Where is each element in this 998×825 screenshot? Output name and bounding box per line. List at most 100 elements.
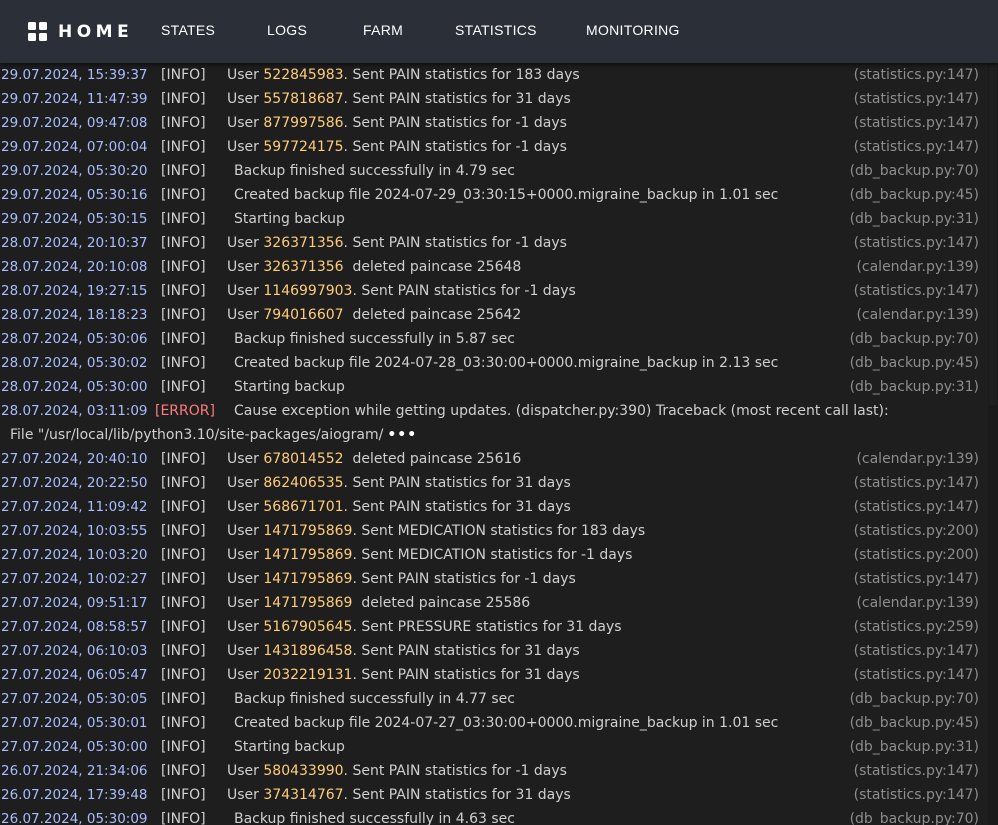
log-row: 27.07.2024, 10:03:55 [INFO] User 147179586… [0, 519, 988, 543]
log-user-prefix: User [227, 595, 264, 611]
log-user-id: 374314767 [263, 787, 344, 803]
log-source: (db_backup.py:31) [849, 379, 979, 395]
log-row: 29.07.2024, 07:00:04 [INFO] User 597724175… [0, 135, 988, 159]
log-row: 28.07.2024, 05:30:02 [INFO] Created backup… [0, 351, 988, 375]
log-source: (db_backup.py:70) [849, 331, 979, 347]
nav-item-farm[interactable]: FARM [363, 22, 403, 38]
log-source: (statistics.py:200) [853, 523, 979, 539]
log-timestamp: 28.07.2024, 18:18:23 [1, 307, 148, 323]
log-message: User 568671701. Sent PAIN statistics for… [227, 495, 571, 519]
log-level: [INFO] [161, 283, 206, 299]
log-message: User 374314767. Sent PAIN statistics for… [227, 783, 571, 807]
log-message-text: deleted paincase 25642 [343, 307, 522, 323]
log-row: 27.07.2024, 20:40:10 [INFO] User 678014552… [0, 447, 988, 471]
log-user-prefix: User [227, 259, 264, 275]
grid-icon [28, 22, 47, 41]
log-source: (calendar.py:139) [856, 259, 979, 275]
log-message: User 1471795869. Sent PAIN statistics fo… [227, 567, 576, 591]
nav-item-statistics[interactable]: STATISTICS [455, 22, 537, 38]
log-user-id: 326371356 [263, 259, 344, 275]
log-message-text: . Sent PAIN statistics for 31 days [343, 787, 571, 803]
log-message: Starting backup [234, 739, 345, 755]
log-user-prefix: User [227, 235, 264, 251]
scrollbar-thumb[interactable] [989, 65, 997, 405]
log-message-text: deleted paincase 25586 [352, 595, 531, 611]
log-timestamp: 27.07.2024, 06:05:47 [1, 667, 148, 683]
ellipsis-icon[interactable]: ••• [387, 427, 417, 443]
home-link[interactable]: HOME [28, 22, 133, 42]
log-user-id: 557818687 [263, 91, 344, 107]
log-message: Starting backup [234, 379, 345, 395]
log-source: (statistics.py:259) [853, 619, 979, 635]
log-user-prefix: User [227, 547, 264, 563]
log-source: (statistics.py:147) [853, 115, 979, 131]
brand-label: HOME [58, 21, 134, 42]
log-timestamp: 29.07.2024, 05:30:16 [1, 187, 148, 203]
log-level: [INFO] [161, 331, 206, 347]
log-user-id: 1431896458 [263, 643, 353, 659]
log-level: [INFO] [161, 763, 206, 779]
log-level: [INFO] [161, 523, 206, 539]
log-user-id: 326371356 [263, 235, 344, 251]
log-level: [INFO] [161, 811, 206, 825]
log-message-text: deleted paincase 25616 [343, 451, 522, 467]
log-list: 29.07.2024, 15:39:37 [INFO] User 522845983… [0, 63, 988, 825]
log-message: User 862406535. Sent PAIN statistics for… [227, 471, 571, 495]
log-level: [INFO] [161, 787, 206, 803]
log-timestamp: 28.07.2024, 03:11:09 [1, 403, 148, 419]
nav-item-logs[interactable]: LOGS [267, 22, 307, 38]
log-row: 26.07.2024, 05:30:09 [INFO] Backup finishe… [0, 807, 988, 825]
log-message: User 678014552 deleted paincase 25616 [227, 447, 521, 471]
log-message: Created backup file 2024-07-29_03:30:15+… [234, 187, 779, 203]
log-source: (statistics.py:147) [853, 235, 979, 251]
log-message-text: . Sent PAIN statistics for -1 days [352, 571, 576, 587]
log-message: User 326371356. Sent PAIN statistics for… [227, 231, 567, 255]
log-level: [INFO] [161, 187, 206, 203]
log-source: (db_backup.py:31) [849, 211, 979, 227]
log-user-id: 2032219131 [263, 667, 353, 683]
log-source: (db_backup.py:45) [849, 187, 979, 203]
log-row: 28.07.2024, 03:11:09 [ERROR] Cause excepti… [0, 399, 988, 423]
log-user-prefix: User [227, 91, 264, 107]
log-timestamp: 28.07.2024, 05:30:02 [1, 355, 148, 371]
log-timestamp: 26.07.2024, 17:39:48 [1, 787, 148, 803]
log-row: 29.07.2024, 05:30:15 [INFO] Starting backu… [0, 207, 988, 231]
log-user-prefix: User [227, 139, 264, 155]
nav-item-states[interactable]: STATES [161, 22, 215, 38]
log-message-text: . Sent PAIN statistics for 31 days [343, 499, 571, 515]
log-message: Cause exception while getting updates. (… [234, 403, 889, 419]
log-level: [INFO] [161, 547, 206, 563]
log-level: [INFO] [161, 595, 206, 611]
log-message: User 597724175. Sent PAIN statistics for… [227, 135, 567, 159]
log-timestamp: 27.07.2024, 11:09:42 [1, 499, 148, 515]
log-message: Backup finished successfully in 4.63 sec [234, 811, 515, 825]
log-timestamp: 27.07.2024, 20:40:10 [1, 451, 148, 467]
log-source: (statistics.py:147) [853, 763, 979, 779]
log-row: 28.07.2024, 20:10:37 [INFO] User 326371356… [0, 231, 988, 255]
log-user-id: 862406535 [263, 475, 344, 491]
log-row: 29.07.2024, 05:30:16 [INFO] Created backup… [0, 183, 988, 207]
log-message-text: . Sent MEDICATION statistics for -1 days [352, 547, 633, 563]
log-message: Created backup file 2024-07-27_03:30:00+… [234, 715, 779, 731]
log-user-id: 580433990 [263, 763, 344, 779]
log-message: User 5167905645. Sent PRESSURE statistic… [227, 615, 622, 639]
log-user-prefix: User [227, 451, 264, 467]
nav-item-monitoring[interactable]: MONITORING [586, 22, 680, 38]
log-user-id: 5167905645 [263, 619, 353, 635]
scrollbar[interactable] [988, 63, 998, 825]
log-timestamp: 27.07.2024, 08:58:57 [1, 619, 148, 635]
log-source: (statistics.py:147) [853, 499, 979, 515]
log-user-id: 678014552 [263, 451, 344, 467]
log-timestamp: 28.07.2024, 19:27:15 [1, 283, 148, 299]
log-message: Backup finished successfully in 4.79 sec [234, 163, 515, 179]
log-message: User 2032219131. Sent PAIN statistics fo… [227, 663, 580, 687]
log-source: (statistics.py:147) [853, 91, 979, 107]
log-message: User 794016607 deleted paincase 25642 [227, 303, 521, 327]
log-message-text: . Sent PAIN statistics for -1 days [343, 763, 567, 779]
log-level: [INFO] [161, 475, 206, 491]
log-timestamp: 27.07.2024, 10:02:27 [1, 571, 148, 587]
log-level: [INFO] [161, 619, 206, 635]
log-row: 28.07.2024, 05:30:00 [INFO] Starting backu… [0, 375, 988, 399]
log-source: (statistics.py:200) [853, 547, 979, 563]
log-source: (db_backup.py:70) [849, 811, 979, 825]
